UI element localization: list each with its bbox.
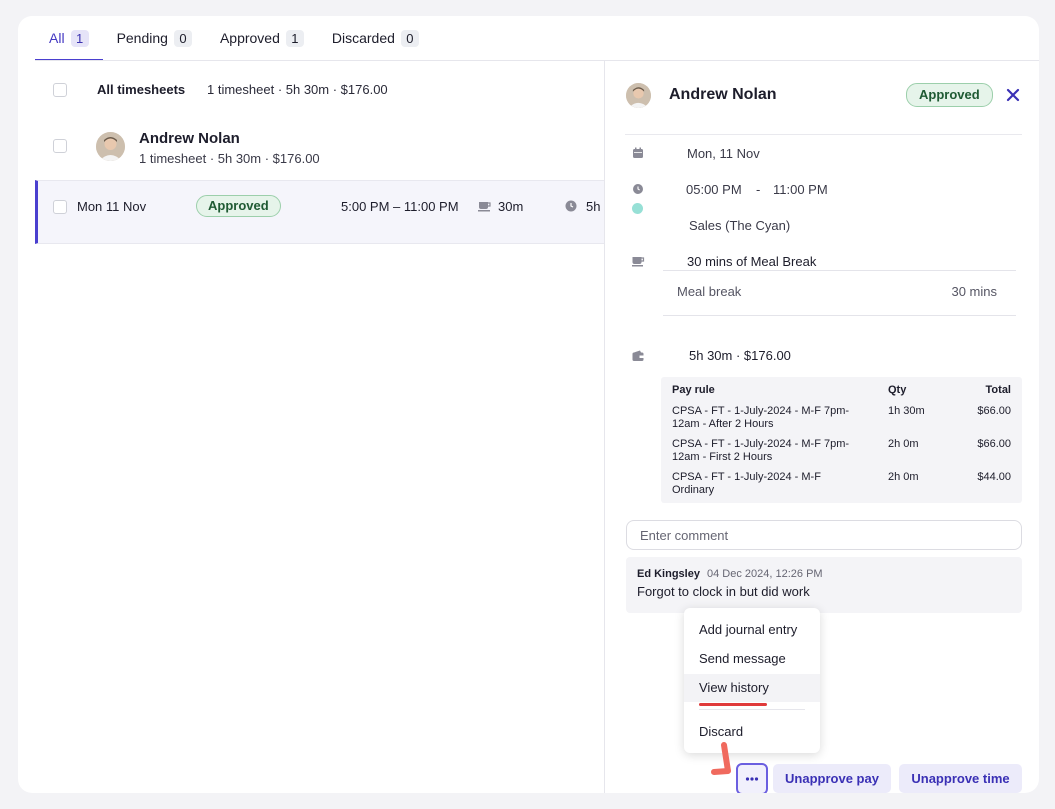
tab-approved[interactable]: Approved 1 xyxy=(206,16,318,60)
unapprove-time-button[interactable]: Unapprove time xyxy=(899,764,1022,793)
timesheet-time-range: 5:00 PM – 11:00 PM xyxy=(341,199,459,214)
employee-row[interactable]: Andrew Nolan 1 timesheet · 5h 30m · $176… xyxy=(35,118,604,180)
pay-rule-table: Pay rule Qty Total CPSA - FT - 1-July-20… xyxy=(661,377,1022,503)
menu-item-add-journal-entry[interactable]: Add journal entry xyxy=(684,616,820,644)
avatar xyxy=(96,132,125,161)
timesheet-break: 30m xyxy=(498,199,524,214)
coffee-cup-icon xyxy=(632,257,645,267)
tab-label: All xyxy=(49,30,65,46)
annotation-arrow xyxy=(711,742,731,775)
timesheet-hours: 5h xyxy=(586,199,601,214)
column-header-pay-rule: Pay rule xyxy=(672,384,715,396)
coffee-cup-icon xyxy=(478,202,491,212)
panel-status-badge: Approved xyxy=(906,83,993,107)
pay-rule-line: 12am - After 2 Hours xyxy=(672,418,774,430)
pay-rule-line: Ordinary xyxy=(672,484,715,496)
comment-timestamp: 04 Dec 2024, 12:26 PM xyxy=(707,568,823,580)
panel-employee-name: Andrew Nolan xyxy=(669,86,777,103)
annotation-underline xyxy=(699,703,767,706)
tab-count: 0 xyxy=(400,29,419,47)
tab-label: Discarded xyxy=(331,30,395,46)
tab-count: 1 xyxy=(285,29,304,47)
timesheet-detail-panel: Andrew Nolan Approved Mon, 11 Nov 05:00 … xyxy=(605,61,1039,793)
clock-icon xyxy=(565,200,577,212)
pay-rule-line: 12am - First 2 Hours xyxy=(672,451,773,463)
all-timesheets-summary: 1 timesheet · 5h 30m · $176.00 xyxy=(207,82,388,97)
location-color-dot xyxy=(632,203,643,214)
pay-rule-name: CPSA - FT - 1-July-2024 - M-F 7pm- 12am -… xyxy=(672,405,849,431)
pay-rule-name: CPSA - FT - 1-July-2024 - M-F 7pm- 12am -… xyxy=(672,438,849,464)
timesheet-checkbox[interactable] xyxy=(53,200,67,214)
more-horizontal-icon xyxy=(745,777,759,781)
pay-rule-total: $44.00 xyxy=(977,471,1011,483)
close-icon[interactable] xyxy=(1003,85,1023,105)
all-timesheets-row: All timesheets 1 timesheet · 5h 30m · $1… xyxy=(35,62,604,118)
tab-discarded[interactable]: Discarded 0 xyxy=(318,16,433,60)
unapprove-pay-button[interactable]: Unapprove pay xyxy=(773,764,891,793)
status-badge: Approved xyxy=(196,195,281,217)
select-all-checkbox[interactable] xyxy=(53,83,67,97)
tab-pending[interactable]: Pending 0 xyxy=(103,16,206,60)
column-header-total: Total xyxy=(985,384,1011,396)
employee-name: Andrew Nolan xyxy=(139,130,240,147)
pay-rule-line: CPSA - FT - 1-July-2024 - M-F xyxy=(672,471,821,483)
pay-rule-qty: 2h 0m xyxy=(888,471,919,483)
pay-rule-qty: 1h 30m xyxy=(888,405,925,417)
tab-label: Approved xyxy=(219,30,280,46)
menu-item-view-history[interactable]: View history xyxy=(684,674,820,702)
menu-item-send-message[interactable]: Send message xyxy=(684,645,820,673)
employee-checkbox[interactable] xyxy=(53,139,67,153)
comment-entry: Ed Kingsley 04 Dec 2024, 12:26 PM Forgot… xyxy=(626,557,1022,613)
more-actions-menu: Add journal entry Send message View hist… xyxy=(684,608,820,753)
timesheet-date: Mon 11 Nov xyxy=(77,199,147,214)
panel-date: Mon, 11 Nov xyxy=(687,146,760,161)
tab-label: Pending xyxy=(116,30,168,46)
tab-all[interactable]: All 1 xyxy=(35,16,103,61)
menu-divider xyxy=(699,709,805,710)
calendar-icon xyxy=(633,147,643,158)
column-header-qty: Qty xyxy=(888,384,907,396)
comment-text: Forgot to clock in but did work xyxy=(637,584,810,599)
all-timesheets-title: All timesheets xyxy=(97,82,186,97)
comment-input[interactable] xyxy=(626,520,1022,550)
employee-summary: 1 timesheet · 5h 30m · $176.00 xyxy=(139,151,320,166)
avatar xyxy=(626,83,651,108)
timesheet-row[interactable]: Mon 11 Nov Approved 5:00 PM – 11:00 PM 3… xyxy=(35,180,604,244)
pay-rule-line: CPSA - FT - 1-July-2024 - M-F 7pm- xyxy=(672,438,850,450)
pay-rule-total: $66.00 xyxy=(977,405,1011,417)
status-tabs: All 1 Pending 0 Approved 1 Discarded 0 xyxy=(35,16,433,61)
panel-location: Sales (The Cyan) xyxy=(689,218,791,233)
timesheets-card: All 1 Pending 0 Approved 1 Discarded 0 A… xyxy=(18,16,1039,793)
clock-icon xyxy=(633,184,643,194)
panel-end-time: 11:00 PM xyxy=(773,182,828,197)
wallet-icon xyxy=(632,350,644,361)
tab-count: 1 xyxy=(70,29,89,47)
break-details: Meal break 30 mins xyxy=(663,270,1016,316)
more-actions-button[interactable] xyxy=(736,763,768,793)
pay-rule-name: CPSA - FT - 1-July-2024 - M-F Ordinary xyxy=(672,471,821,497)
comment-author: Ed Kingsley xyxy=(637,568,700,580)
panel-start-time: 05:00 PM xyxy=(686,182,742,197)
pay-rule-total: $66.00 xyxy=(977,438,1011,450)
header-divider xyxy=(625,134,1022,135)
panel-total: 5h 30m · $176.00 xyxy=(689,348,791,363)
panel-break-title: 30 mins of Meal Break xyxy=(687,254,817,269)
time-separator: - xyxy=(756,182,761,197)
pay-rule-qty: 2h 0m xyxy=(888,438,919,450)
pay-rule-line: CPSA - FT - 1-July-2024 - M-F 7pm- xyxy=(672,405,850,417)
break-label: Meal break xyxy=(677,284,742,299)
tab-count: 0 xyxy=(173,29,192,47)
break-value: 30 mins xyxy=(951,284,997,299)
